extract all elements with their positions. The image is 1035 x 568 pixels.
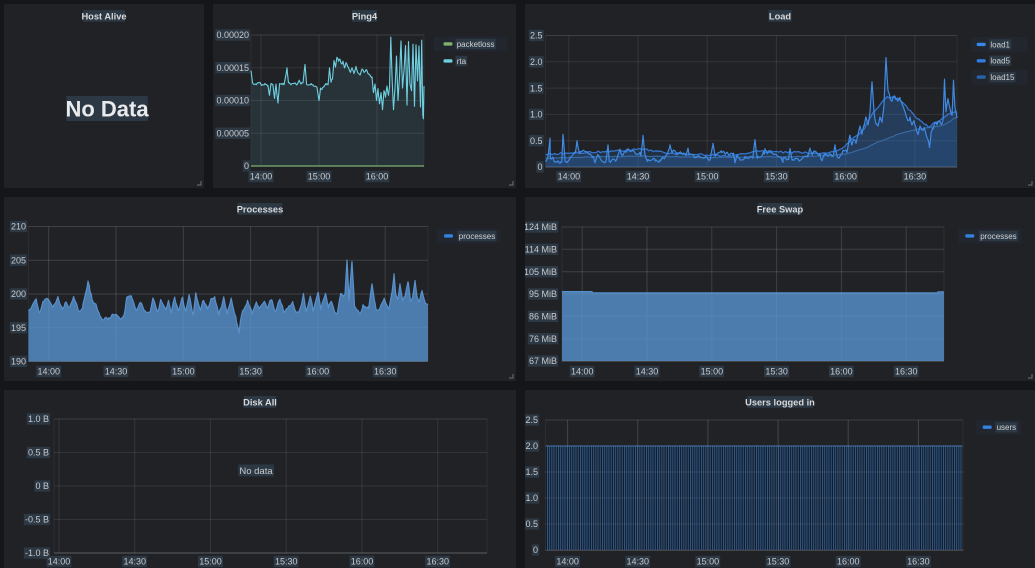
- svg-text:15:00: 15:00: [308, 172, 331, 182]
- svg-text:14:30: 14:30: [626, 557, 649, 567]
- svg-text:processes: processes: [980, 232, 1016, 241]
- svg-text:1.5: 1.5: [525, 467, 538, 477]
- svg-text:2.5: 2.5: [530, 31, 543, 41]
- svg-text:16:30: 16:30: [374, 367, 397, 377]
- svg-text:14:30: 14:30: [627, 172, 650, 182]
- svg-text:0.5 B: 0.5 B: [28, 448, 49, 458]
- svg-text:1.0 B: 1.0 B: [28, 414, 49, 424]
- svg-text:15:00: 15:00: [199, 557, 222, 567]
- svg-text:15:00: 15:00: [172, 367, 195, 377]
- svg-text:195: 195: [11, 323, 26, 333]
- svg-text:1.0: 1.0: [530, 110, 543, 120]
- svg-text:No Data: No Data: [65, 96, 149, 121]
- svg-text:15:00: 15:00: [696, 172, 719, 182]
- svg-text:15:30: 15:30: [765, 367, 788, 377]
- svg-text:15:00: 15:00: [697, 557, 720, 567]
- svg-text:Ping4: Ping4: [352, 11, 378, 21]
- svg-text:105 MiB: 105 MiB: [525, 267, 557, 277]
- svg-text:processes: processes: [459, 232, 495, 241]
- svg-text:86 MiB: 86 MiB: [529, 312, 557, 322]
- svg-text:load1: load1: [990, 40, 1010, 49]
- svg-text:14:30: 14:30: [636, 367, 659, 377]
- svg-text:Disk All: Disk All: [243, 397, 277, 407]
- svg-text:15:30: 15:30: [767, 557, 790, 567]
- svg-text:-0.5 B: -0.5 B: [25, 515, 49, 525]
- svg-text:14:00: 14:00: [37, 367, 60, 377]
- svg-text:14:30: 14:30: [123, 557, 146, 567]
- svg-text:Users logged in: Users logged in: [745, 397, 815, 407]
- svg-text:Processes: Processes: [237, 204, 284, 214]
- svg-text:2.0: 2.0: [525, 441, 538, 451]
- svg-text:16:30: 16:30: [426, 557, 449, 567]
- svg-text:16:00: 16:00: [837, 557, 860, 567]
- svg-text:16:30: 16:30: [907, 557, 930, 567]
- svg-text:15:00: 15:00: [701, 367, 724, 377]
- svg-text:users: users: [997, 423, 1017, 432]
- svg-text:1.0: 1.0: [525, 493, 538, 503]
- svg-text:14:00: 14:00: [558, 172, 581, 182]
- svg-text:0: 0: [537, 162, 542, 172]
- svg-text:210: 210: [11, 222, 26, 232]
- svg-text:2.5: 2.5: [525, 415, 538, 425]
- svg-text:15:30: 15:30: [239, 367, 262, 377]
- svg-text:0 B: 0 B: [35, 481, 49, 491]
- svg-text:1.5: 1.5: [530, 83, 543, 93]
- svg-text:Load: Load: [769, 11, 792, 21]
- svg-text:14:30: 14:30: [105, 367, 128, 377]
- svg-text:0.5: 0.5: [525, 519, 538, 529]
- svg-text:200: 200: [11, 289, 26, 299]
- svg-text:67 MiB: 67 MiB: [529, 356, 557, 366]
- svg-text:0.00010: 0.00010: [216, 96, 249, 106]
- svg-text:rta: rta: [457, 57, 467, 66]
- svg-text:16:30: 16:30: [904, 172, 927, 182]
- svg-text:14:00: 14:00: [250, 172, 273, 182]
- svg-text:0.00020: 0.00020: [216, 30, 249, 40]
- svg-text:14:00: 14:00: [571, 367, 594, 377]
- svg-text:114 MiB: 114 MiB: [525, 245, 557, 255]
- svg-text:0.5: 0.5: [530, 136, 543, 146]
- svg-text:16:00: 16:00: [351, 557, 374, 567]
- svg-text:packetloss: packetloss: [457, 40, 495, 49]
- svg-text:16:00: 16:00: [307, 367, 330, 377]
- svg-text:load15: load15: [990, 73, 1015, 82]
- svg-text:0.00015: 0.00015: [216, 63, 249, 73]
- svg-text:205: 205: [11, 256, 26, 266]
- svg-text:-1.0 B: -1.0 B: [25, 548, 49, 558]
- svg-text:95 MiB: 95 MiB: [529, 289, 557, 299]
- svg-text:load5: load5: [990, 57, 1010, 66]
- svg-text:16:00: 16:00: [366, 172, 389, 182]
- svg-text:0: 0: [244, 161, 249, 171]
- svg-text:16:30: 16:30: [895, 367, 918, 377]
- svg-text:0.00005: 0.00005: [216, 129, 249, 139]
- svg-text:14:00: 14:00: [556, 557, 579, 567]
- svg-text:Free Swap: Free Swap: [757, 204, 804, 214]
- svg-text:14:00: 14:00: [48, 557, 71, 567]
- svg-text:15:30: 15:30: [275, 557, 298, 567]
- svg-text:124 MiB: 124 MiB: [525, 222, 557, 232]
- svg-text:190: 190: [11, 357, 26, 367]
- svg-text:15:30: 15:30: [765, 172, 788, 182]
- svg-text:0: 0: [533, 545, 538, 555]
- svg-text:76 MiB: 76 MiB: [529, 334, 557, 344]
- svg-text:No data: No data: [239, 466, 273, 477]
- svg-text:Host Alive: Host Alive: [81, 11, 126, 21]
- svg-text:16:00: 16:00: [834, 172, 857, 182]
- svg-text:16:00: 16:00: [830, 367, 853, 377]
- svg-text:2.0: 2.0: [530, 57, 543, 67]
